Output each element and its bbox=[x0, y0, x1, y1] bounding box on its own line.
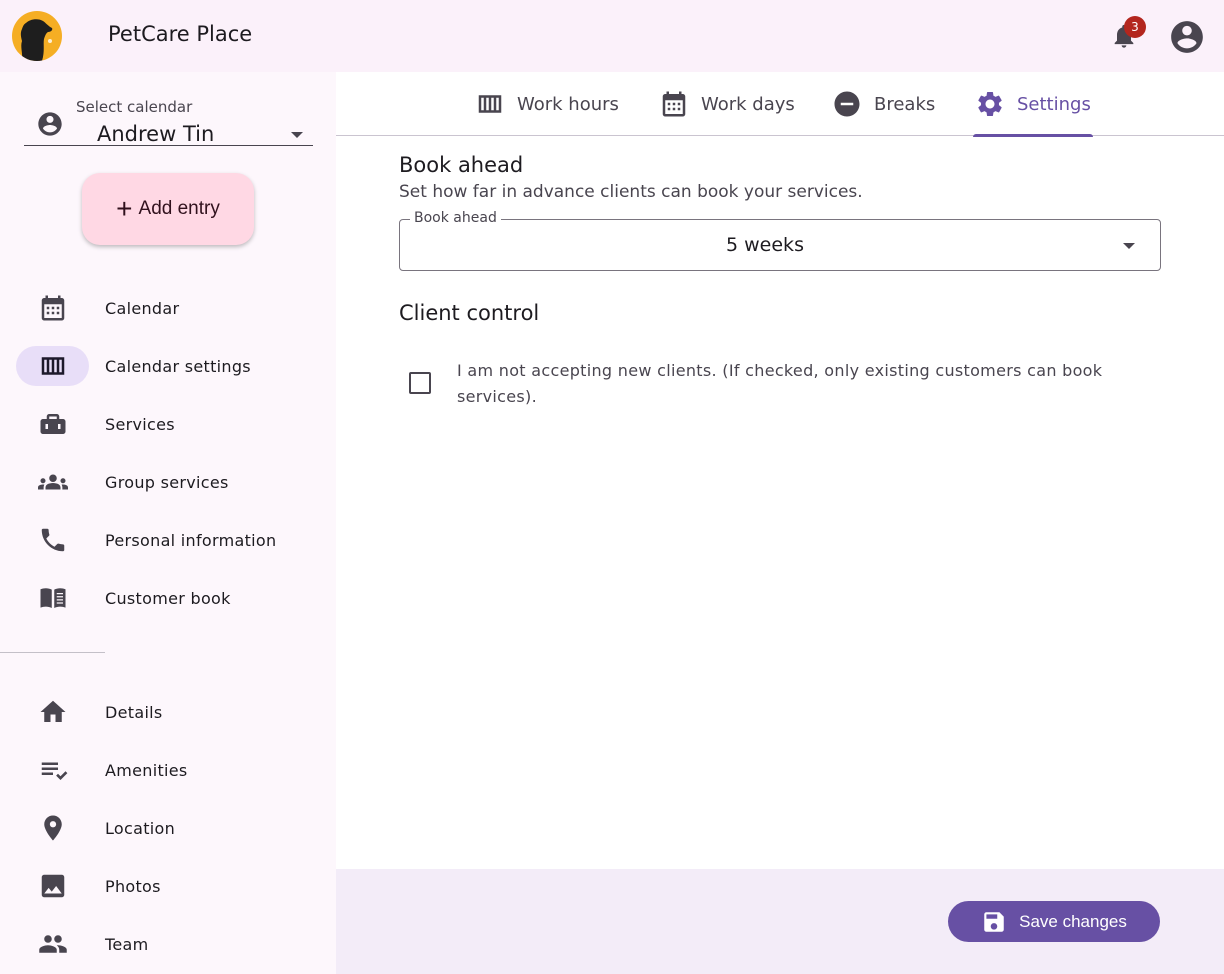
sidebar-item-label: Calendar settings bbox=[105, 356, 251, 376]
app-title: PetCare Place bbox=[108, 22, 253, 46]
calendar-select-value: Andrew Tin bbox=[97, 122, 215, 146]
account-circle-icon bbox=[1171, 21, 1203, 53]
save-icon bbox=[984, 911, 1004, 932]
calendar-icon bbox=[41, 295, 64, 321]
sidebar-item-label: Amenities bbox=[105, 760, 188, 780]
action-footer: Save changes bbox=[336, 869, 1224, 974]
sidebar-item-label: Calendar bbox=[105, 298, 180, 318]
calendar-select[interactable]: Select calendar Andrew Tin bbox=[24, 82, 313, 146]
sidebar-item-label: Team bbox=[105, 934, 149, 954]
dog-logo-icon bbox=[12, 11, 62, 61]
gear-icon bbox=[978, 92, 1002, 116]
book-ahead-field-label: Book ahead bbox=[410, 210, 501, 226]
tab-label: Work hours bbox=[517, 93, 619, 115]
not-accepting-clients-checkbox[interactable] bbox=[409, 372, 431, 394]
calendar-select-label: Select calendar bbox=[76, 98, 193, 116]
save-changes-label: Save changes bbox=[1019, 911, 1127, 931]
sidebar-item-calendar-settings[interactable]: Calendar settings bbox=[16, 346, 316, 386]
account-button[interactable] bbox=[1168, 18, 1206, 56]
main-content: Work hours Work days Breaks Settings Boo… bbox=[336, 72, 1224, 869]
tab-work-hours[interactable]: Work hours bbox=[475, 72, 619, 136]
top-app-bar: PetCare Place 3 bbox=[0, 0, 1224, 72]
dropdown-arrow-icon bbox=[291, 132, 303, 138]
dropdown-arrow-icon bbox=[1123, 243, 1135, 249]
client-control-title: Client control bbox=[399, 301, 540, 325]
sidebar-item-label: Location bbox=[105, 818, 176, 838]
tab-label: Work days bbox=[701, 93, 795, 115]
toolbox-icon bbox=[40, 414, 65, 434]
sidebar-item-amenities[interactable]: Amenities bbox=[16, 750, 316, 790]
sidebar-item-team[interactable]: Team bbox=[16, 924, 316, 964]
save-changes-button[interactable]: Save changes bbox=[948, 901, 1160, 942]
account-circle-icon bbox=[38, 112, 62, 136]
sidebar-item-label: Details bbox=[105, 702, 163, 722]
add-entry-button[interactable]: + Add entry bbox=[82, 173, 254, 245]
home-icon bbox=[40, 700, 65, 722]
sidebar: Select calendar Andrew Tin + Add entry C… bbox=[0, 72, 336, 974]
phone-icon bbox=[41, 528, 64, 552]
groups-icon bbox=[37, 474, 68, 490]
tab-breaks[interactable]: Breaks bbox=[832, 72, 935, 136]
book-ahead-title: Book ahead bbox=[399, 153, 524, 177]
sidebar-item-customer-book[interactable]: Customer book bbox=[16, 578, 316, 618]
sidebar-item-personal-information[interactable]: Personal information bbox=[16, 520, 316, 560]
view-week-icon bbox=[478, 95, 502, 113]
view-week-icon bbox=[41, 357, 64, 375]
not-accepting-clients-label[interactable]: I am not accepting new clients. (If chec… bbox=[457, 358, 1157, 410]
sidebar-item-group-services[interactable]: Group services bbox=[16, 462, 316, 502]
checklist-icon bbox=[41, 762, 67, 780]
sidebar-item-label: Photos bbox=[105, 876, 161, 896]
location-pin-icon bbox=[43, 815, 62, 841]
notification-badge: 3 bbox=[1124, 16, 1146, 38]
sidebar-item-calendar[interactable]: Calendar bbox=[16, 288, 316, 328]
sidebar-item-details[interactable]: Details bbox=[16, 692, 316, 732]
book-ahead-description: Set how far in advance clients can book … bbox=[399, 182, 863, 202]
book-ahead-select[interactable]: Book ahead 5 weeks bbox=[399, 210, 1161, 271]
sidebar-item-services[interactable]: Services bbox=[16, 404, 316, 444]
sidebar-item-label: Group services bbox=[105, 472, 229, 492]
tab-bar: Work hours Work days Breaks Settings bbox=[336, 72, 1224, 137]
sidebar-item-location[interactable]: Location bbox=[16, 808, 316, 848]
sidebar-item-photos[interactable]: Photos bbox=[16, 866, 316, 906]
calendar-icon bbox=[662, 91, 686, 117]
sidebar-divider bbox=[0, 652, 105, 653]
tab-label: Breaks bbox=[874, 93, 936, 115]
image-icon bbox=[41, 874, 64, 898]
tab-settings[interactable]: Settings bbox=[973, 72, 1093, 137]
sidebar-item-label: Customer book bbox=[105, 588, 231, 608]
tab-label: Settings bbox=[1017, 93, 1091, 115]
book-ahead-value: 5 weeks bbox=[726, 234, 804, 256]
minus-circle-icon bbox=[834, 91, 860, 117]
tab-work-days[interactable]: Work days bbox=[659, 72, 795, 136]
add-entry-label: Add entry bbox=[138, 198, 220, 219]
plus-icon: + bbox=[116, 193, 133, 224]
people-icon bbox=[38, 935, 67, 953]
sidebar-item-label: Services bbox=[105, 414, 175, 434]
book-icon bbox=[40, 588, 65, 608]
active-tab-indicator bbox=[973, 134, 1093, 137]
sidebar-item-label: Personal information bbox=[105, 530, 277, 550]
